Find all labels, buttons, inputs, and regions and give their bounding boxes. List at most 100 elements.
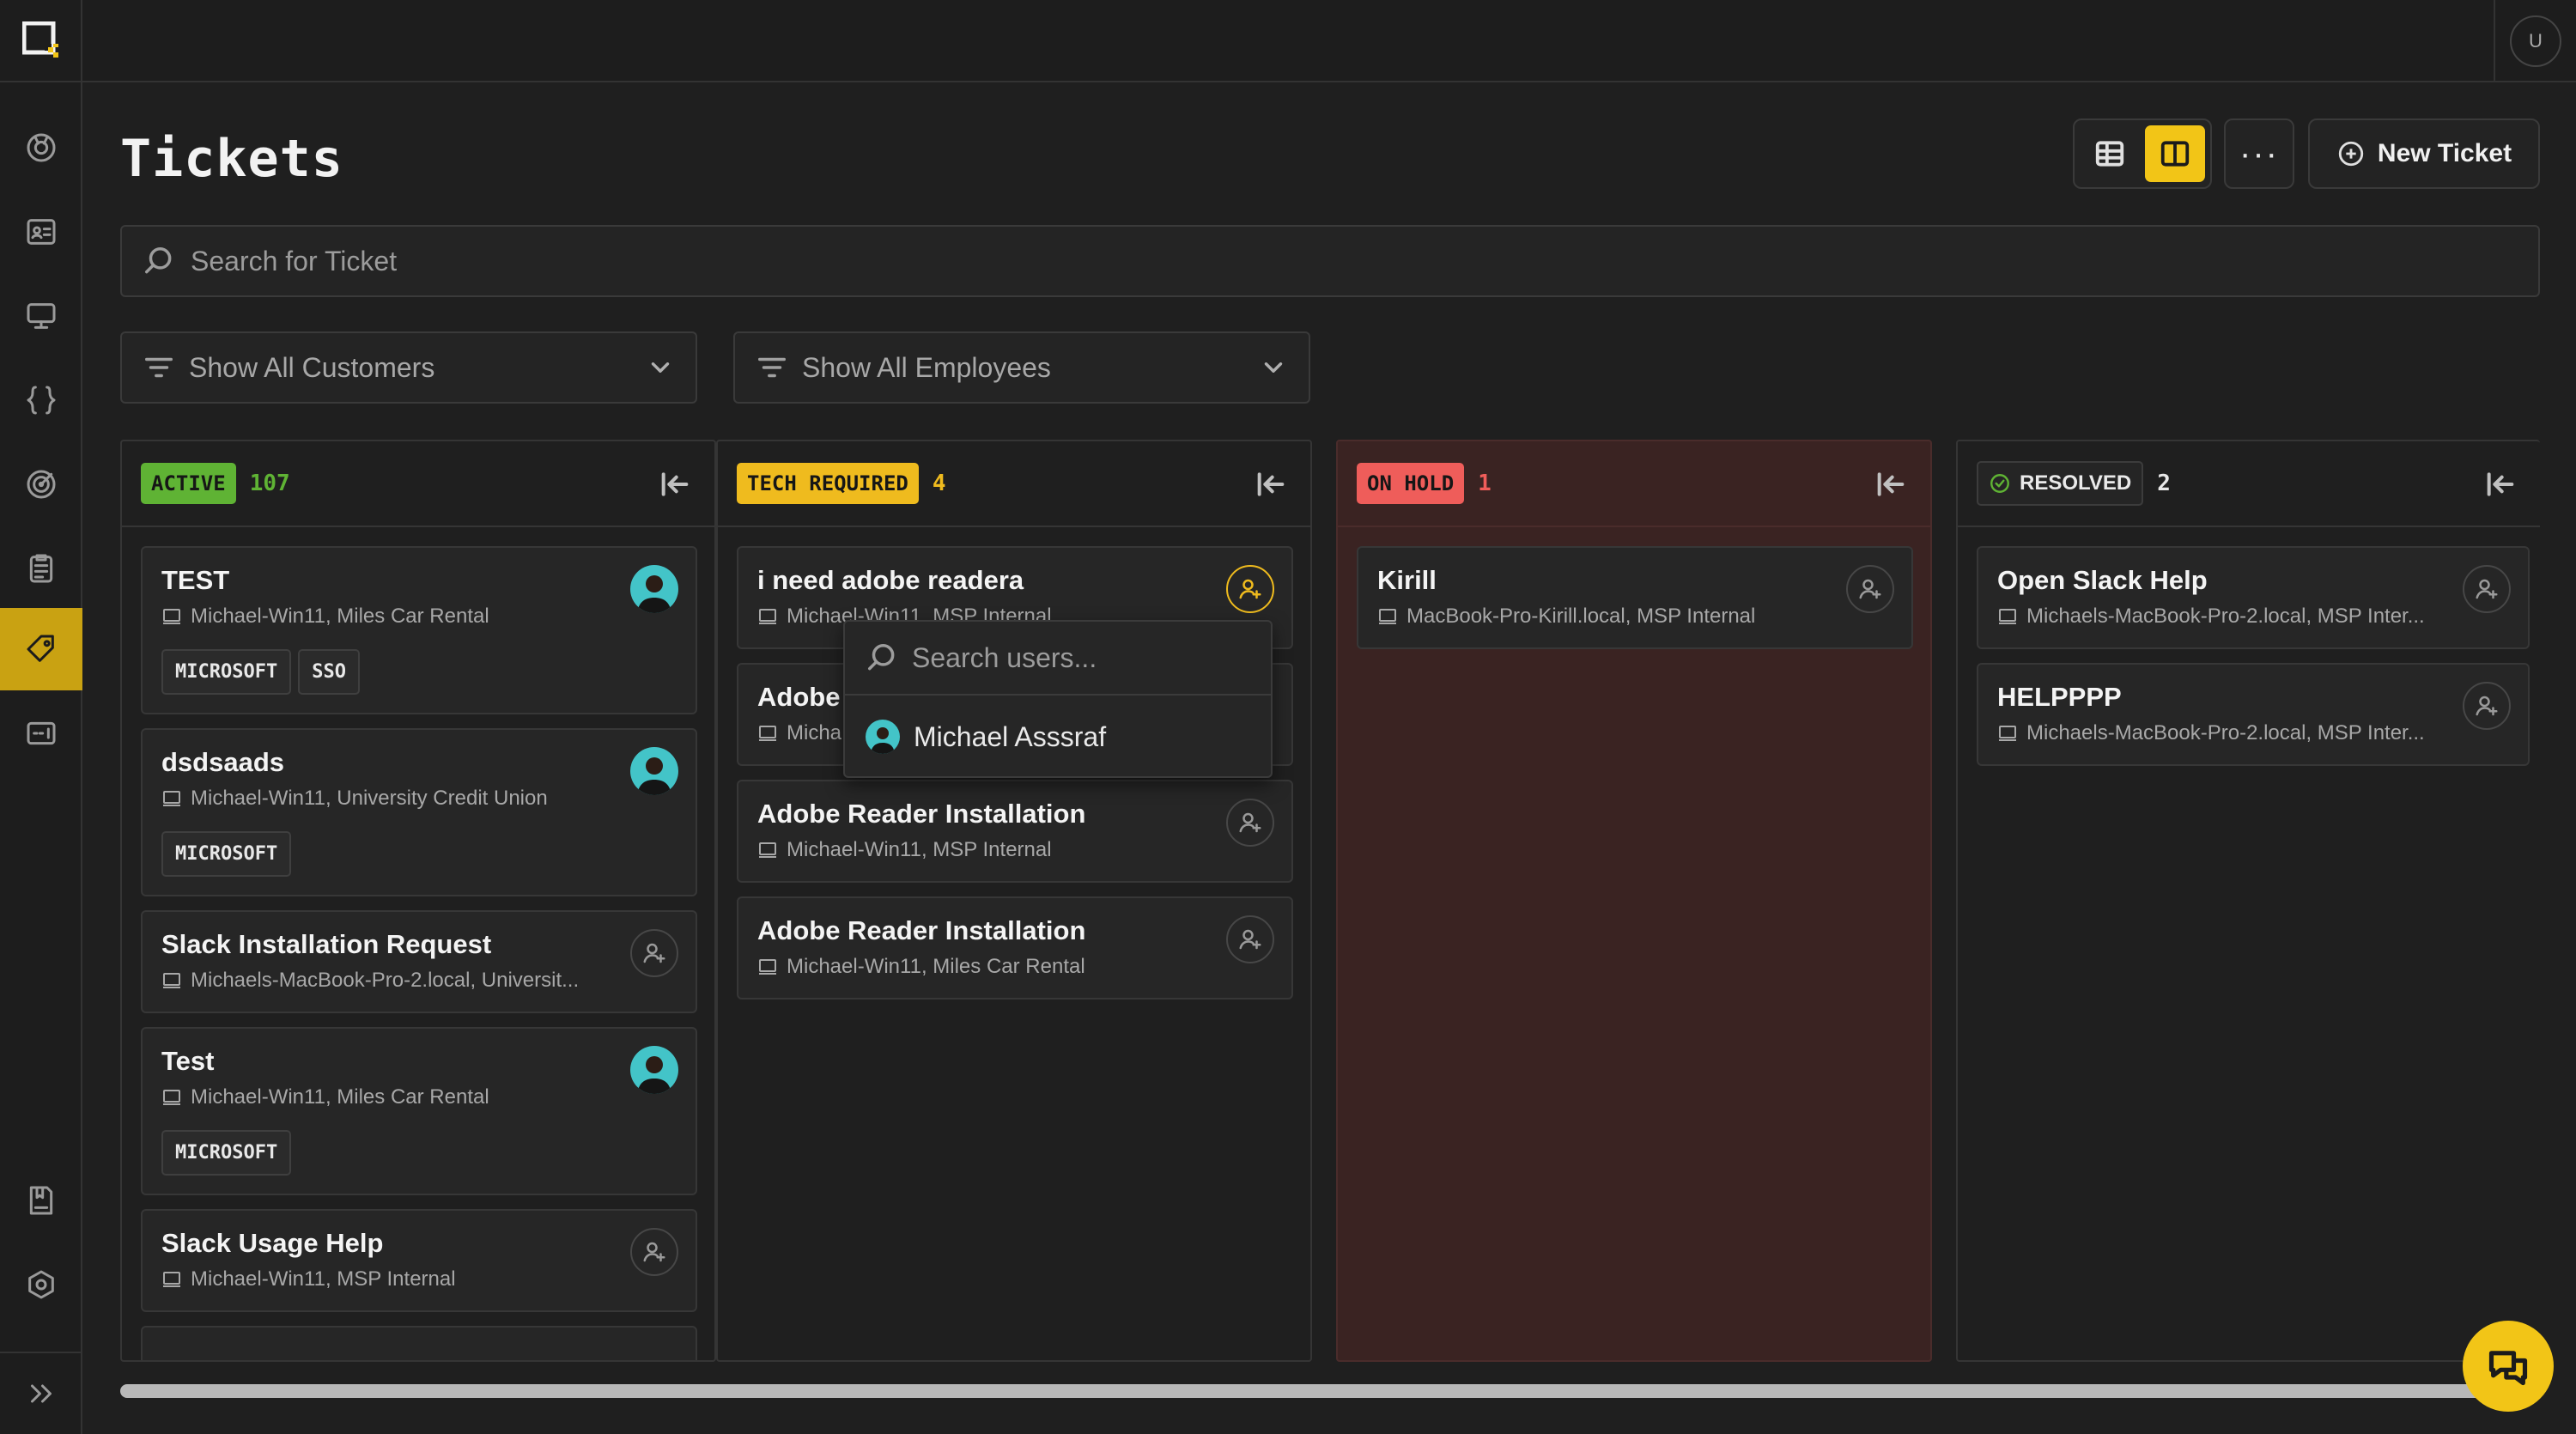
- assign-user-button[interactable]: [1226, 915, 1274, 963]
- ticket-card[interactable]: Slack Usage Help Michael-Win11, MSP Inte…: [141, 1209, 697, 1312]
- ticket-card[interactable]: TEST Michael-Win11, Miles Car Rental MIC…: [141, 546, 697, 714]
- ticket-title: Kirill: [1377, 565, 1437, 595]
- ticket-device: Michael-Win11, University Credit Union: [161, 787, 548, 811]
- ticket-card[interactable]: Slack Installation Request Michaels-MacB…: [141, 910, 697, 1013]
- tickets-icon[interactable]: [0, 608, 82, 690]
- ticket-title: Test: [161, 1046, 215, 1076]
- assign-user-button[interactable]: [1846, 565, 1894, 613]
- avatar[interactable]: [630, 747, 678, 795]
- status-count: 107: [249, 471, 290, 496]
- top-bar: U: [82, 0, 2576, 82]
- device-icon: [163, 973, 180, 988]
- settings-icon[interactable]: [0, 1243, 82, 1326]
- device-icon: [1999, 609, 2016, 624]
- tag: MICROSOFT: [161, 1130, 292, 1176]
- new-ticket-label: New Ticket: [2377, 139, 2512, 167]
- ticket-device: Michael-Win11, Miles Car Rental: [757, 955, 1085, 979]
- assign-user-button[interactable]: [630, 1228, 678, 1276]
- ticket-device: Michael-Win11, MSP Internal: [161, 1267, 456, 1291]
- column-active: ACTIVE 107 TEST Michael-Win11, Miles Car…: [120, 440, 716, 1362]
- column-header: ON HOLD 1: [1338, 441, 1930, 527]
- expand-icon[interactable]: [0, 1352, 82, 1434]
- collapse-icon[interactable]: [2483, 467, 2518, 501]
- board-view-button[interactable]: [2145, 125, 2205, 182]
- chat-admin-icon[interactable]: [0, 692, 82, 775]
- search-input[interactable]: [191, 245, 1564, 277]
- user-option[interactable]: Michael Asssraf: [845, 696, 1271, 778]
- ticket-card[interactable]: HELPPPP Michaels-MacBook-Pro-2.local, MS…: [1977, 663, 2530, 766]
- column-header: TECH REQUIRED 4: [718, 441, 1310, 527]
- customers-filter[interactable]: Show All Customers: [120, 331, 697, 404]
- table-view-icon: [2095, 141, 2124, 167]
- collapse-icon[interactable]: [1874, 467, 1908, 501]
- ticket-card[interactable]: Adobe Reader Installation Michael-Win11,…: [737, 896, 1293, 1000]
- more-options-button[interactable]: ···: [2224, 118, 2294, 189]
- ticket-title: Slack Usage Help: [161, 1228, 384, 1258]
- status-badge: ACTIVE: [141, 463, 236, 504]
- knowledge-icon[interactable]: [0, 1159, 82, 1242]
- assign-user-icon: [2476, 579, 2498, 599]
- new-ticket-button[interactable]: New Ticket: [2308, 118, 2540, 189]
- column-header: RESOLVED 2: [1958, 441, 2540, 527]
- page-title: Tickets: [120, 129, 343, 189]
- ticket-title: Open Slack Help: [1997, 565, 2208, 595]
- ticket-title: i need adobe readera: [757, 565, 1024, 595]
- ticket-card[interactable]: Open Slack Help Michaels-MacBook-Pro-2.l…: [1977, 546, 2530, 649]
- column-resolved: RESOLVED 2 Open Slack Help Michaels-MacB…: [1956, 440, 2540, 1362]
- ticket-card[interactable]: Kirill MacBook-Pro-Kirill.local, MSP Int…: [1357, 546, 1913, 649]
- ticket-title: Adobe: [757, 682, 841, 712]
- chat-button[interactable]: [2463, 1321, 2554, 1412]
- device-icon: [759, 842, 776, 858]
- clipboard-icon[interactable]: [0, 527, 82, 610]
- ticket-title: TEST: [161, 565, 230, 595]
- ticket-search[interactable]: [120, 225, 2540, 297]
- column-on-hold: ON HOLD 1 Kirill MacBook-Pro-Kirill.loca…: [1336, 440, 1932, 1362]
- assign-user-button[interactable]: [1226, 799, 1274, 847]
- assign-user-icon: [643, 943, 665, 963]
- status-badge: TECH REQUIRED: [737, 463, 919, 504]
- search-icon: [868, 644, 895, 671]
- ticket-title: Adobe Reader Installation: [757, 799, 1086, 829]
- table-view-button[interactable]: [2080, 125, 2140, 182]
- employees-filter[interactable]: Show All Employees: [733, 331, 1310, 404]
- status-count: 1: [1478, 471, 1492, 496]
- chevron-down-icon: [1264, 362, 1283, 373]
- collapse-icon[interactable]: [1254, 467, 1288, 501]
- assign-user-button[interactable]: [2463, 565, 2511, 613]
- ticket-device: Michael-Win11, MSP Internal: [757, 838, 1052, 862]
- device-icon: [163, 791, 180, 806]
- ticket-title: Adobe Reader Installation: [757, 915, 1086, 945]
- ticket-title: dsdsaads: [161, 747, 285, 777]
- ticket-card[interactable]: dsdsaads Michael-Win11, University Credi…: [141, 728, 697, 896]
- column-header: ACTIVE 107: [122, 441, 714, 527]
- assign-user-button[interactable]: [630, 929, 678, 977]
- avatar[interactable]: [630, 1046, 678, 1094]
- logo-icon[interactable]: [0, 0, 82, 82]
- user-search-input[interactable]: [912, 641, 1238, 674]
- employees-filter-label: Show All Employees: [802, 351, 1051, 383]
- scripts-icon[interactable]: [0, 359, 82, 441]
- device-icon: [163, 1272, 180, 1287]
- collapse-icon[interactable]: [658, 467, 692, 501]
- avatar[interactable]: U: [2510, 15, 2561, 67]
- assign-user-icon: [1859, 579, 1881, 599]
- devices-icon[interactable]: [0, 275, 82, 357]
- contacts-icon[interactable]: [0, 191, 82, 273]
- horizontal-scrollbar[interactable]: [120, 1384, 2540, 1398]
- status-badge: RESOLVED: [1977, 461, 2144, 506]
- assign-user-button[interactable]: [2463, 682, 2511, 730]
- target-icon[interactable]: [0, 443, 82, 526]
- ticket-card-partial[interactable]: [141, 1326, 697, 1360]
- status-count: 2: [2157, 471, 2171, 496]
- ticket-device: Michaels-MacBook-Pro-2.local, MSP Inter.…: [1997, 721, 2425, 745]
- avatar[interactable]: [630, 565, 678, 613]
- assign-user-icon: [643, 1242, 665, 1262]
- user-search[interactable]: [845, 622, 1271, 696]
- tag: SSO: [298, 649, 360, 695]
- scrollbar-thumb[interactable]: [120, 1384, 2490, 1398]
- dashboard-icon[interactable]: [0, 106, 82, 189]
- ticket-card[interactable]: Test Michael-Win11, Miles Car Rental MIC…: [141, 1027, 697, 1195]
- ticket-card[interactable]: Adobe Reader Installation Michael-Win11,…: [737, 780, 1293, 883]
- assign-user-button[interactable]: [1226, 565, 1274, 613]
- user-menu[interactable]: U: [2494, 0, 2576, 82]
